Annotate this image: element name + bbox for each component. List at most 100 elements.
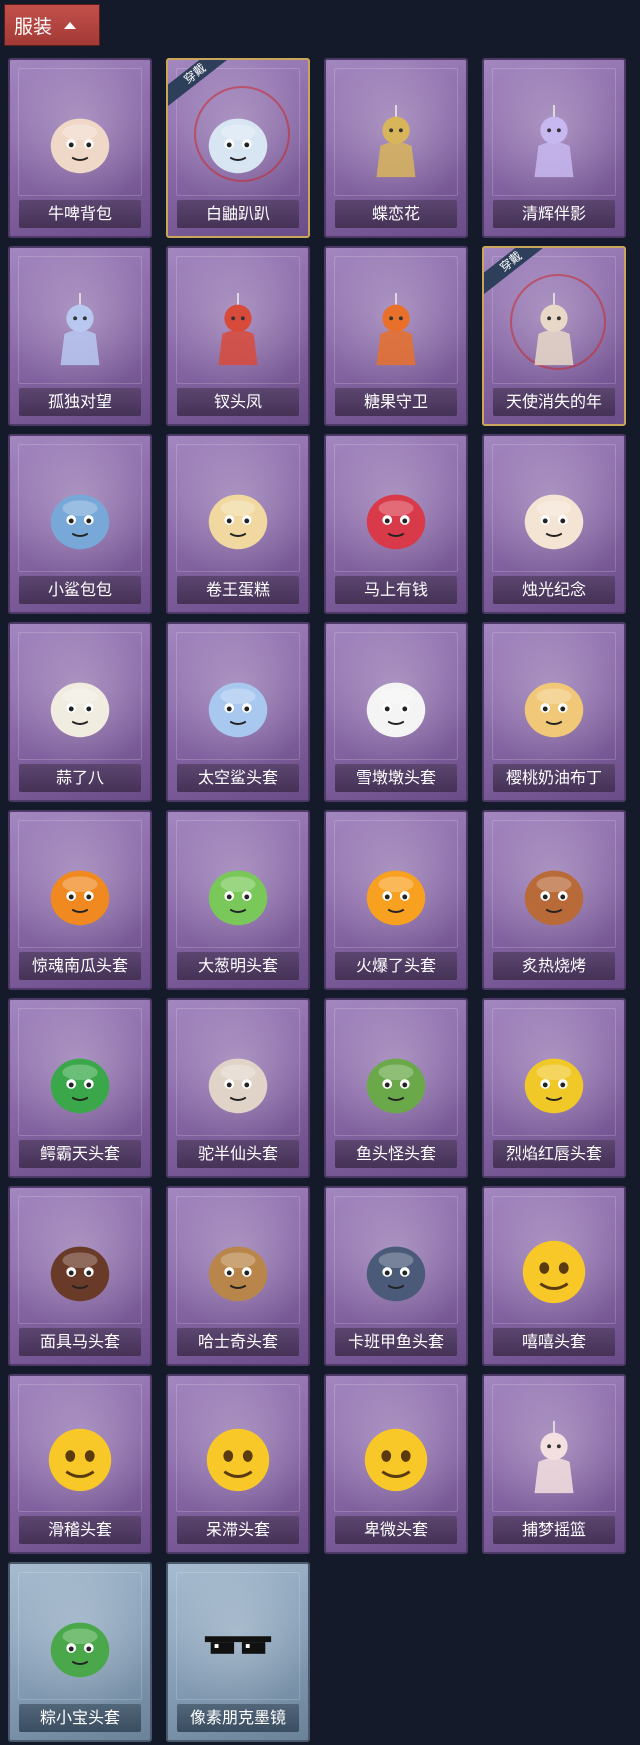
costume-card[interactable]: 烛光纪念	[482, 434, 626, 614]
costume-card-label: 粽小宝头套	[19, 1704, 141, 1732]
fire-head-icon	[357, 855, 435, 933]
costume-card[interactable]: 卡班甲鱼头套	[324, 1186, 468, 1366]
costume-card[interactable]: 火爆了头套	[324, 810, 468, 990]
costume-card[interactable]: 雪墩墩头套	[324, 622, 468, 802]
zongzi-head-icon	[41, 1607, 119, 1685]
dream-cradle-figure-icon	[515, 1419, 593, 1497]
costume-card[interactable]: 捕梦摇篮	[482, 1374, 626, 1554]
costume-card[interactable]: 哈士奇头套	[166, 1186, 310, 1366]
costume-card-label: 哈士奇头套	[177, 1328, 299, 1356]
costume-card[interactable]: 卷王蛋糕	[166, 434, 310, 614]
costume-card-label: 面具马头套	[19, 1328, 141, 1356]
costume-card[interactable]: 驼半仙头套	[166, 998, 310, 1178]
fish-head-icon	[357, 1043, 435, 1121]
costume-card[interactable]: 大葱明头套	[166, 810, 310, 990]
cherry-pudding-head-icon	[515, 667, 593, 745]
costume-card[interactable]: 太空鲨头套	[166, 622, 310, 802]
costume-card-label: 惊魂南瓜头套	[19, 952, 141, 980]
butterfly-flower-charm-icon	[357, 103, 435, 181]
costume-card-label: 滑稽头套	[19, 1516, 141, 1544]
costume-card-label: 卑微头套	[335, 1516, 457, 1544]
costume-grid: 牛啤背包 穿戴 白鼬趴趴 蝶恋花 清辉伴影孤独对望 钗头凤 糖果守卫 穿戴 天使消失的年小鲨包包…	[8, 58, 626, 1742]
costume-card[interactable]: 牛啤背包	[8, 58, 152, 238]
costume-card[interactable]: 卑微头套	[324, 1374, 468, 1554]
costume-card-label: 大葱明头套	[177, 952, 299, 980]
costume-card-label: 牛啤背包	[19, 200, 141, 228]
whale-fish-head-icon	[357, 1231, 435, 1309]
costume-card-label: 白鼬趴趴	[177, 200, 299, 228]
humble-emoji-head-icon	[357, 1419, 435, 1497]
costume-card-label: 烈焰红唇头套	[493, 1140, 615, 1168]
costume-card-label: 呆滞头套	[177, 1516, 299, 1544]
costume-tab[interactable]: 服装	[4, 4, 100, 46]
costume-card[interactable]: 烈焰红唇头套	[482, 998, 626, 1178]
costume-card[interactable]: 炙热烧烤	[482, 810, 626, 990]
red-horse-head-icon	[357, 479, 435, 557]
costume-card-label: 像素朋克墨镜	[177, 1704, 299, 1732]
pumpkin-head-icon	[41, 855, 119, 933]
costume-card[interactable]: 滑稽头套	[8, 1374, 152, 1554]
grinning-emoji-head-icon	[515, 1231, 593, 1309]
costume-card[interactable]: 樱桃奶油布丁	[482, 622, 626, 802]
candle-icon	[515, 479, 593, 557]
costume-card[interactable]: 钗头凤	[166, 246, 310, 426]
costume-card[interactable]: 马上有钱	[324, 434, 468, 614]
costume-card-label: 蝶恋花	[335, 200, 457, 228]
costume-card[interactable]: 像素朋克墨镜	[166, 1562, 310, 1742]
bear-sunglasses-head-icon	[199, 1043, 277, 1121]
costume-card[interactable]: 鳄霸天头套	[8, 998, 152, 1178]
costume-card-label: 驼半仙头套	[177, 1140, 299, 1168]
garlic-head-icon	[41, 667, 119, 745]
costume-card[interactable]: 惊魂南瓜头套	[8, 810, 152, 990]
costume-card[interactable]: 孤独对望	[8, 246, 152, 426]
costume-card[interactable]: 蒜了八	[8, 622, 152, 802]
costume-card-label: 火爆了头套	[335, 952, 457, 980]
horse-mask-head-icon	[41, 1231, 119, 1309]
costume-card[interactable]: 穿戴 天使消失的年	[482, 246, 626, 426]
costume-card-label: 雪墩墩头套	[335, 764, 457, 792]
costume-card-label: 嘻嘻头套	[493, 1328, 615, 1356]
costume-card-label: 鳄霸天头套	[19, 1140, 141, 1168]
costume-card-label: 钗头凤	[177, 388, 299, 416]
costume-card-label: 小鲨包包	[19, 576, 141, 604]
scallion-head-icon	[199, 855, 277, 933]
angel-figure-icon	[515, 291, 593, 369]
cow-beer-keg-icon	[41, 103, 119, 181]
phoenix-crown-doll-icon	[199, 291, 277, 369]
costume-card-label: 天使消失的年	[493, 388, 615, 416]
pixel-sunglasses-icon	[199, 1607, 277, 1685]
costume-card[interactable]: 小鲨包包	[8, 434, 152, 614]
costume-card-label: 孤独对望	[19, 388, 141, 416]
costume-card-label: 清辉伴影	[493, 200, 615, 228]
costume-card[interactable]: 鱼头怪头套	[324, 998, 468, 1178]
costume-card-label: 糖果守卫	[335, 388, 457, 416]
costume-card[interactable]: 呆滞头套	[166, 1374, 310, 1554]
costume-card-label: 卷王蛋糕	[177, 576, 299, 604]
costume-card[interactable]: 穿戴 白鼬趴趴	[166, 58, 310, 238]
pumpkin-candy-guard-icon	[357, 291, 435, 369]
space-shark-head-icon	[199, 667, 277, 745]
husky-sunglasses-head-icon	[199, 1231, 277, 1309]
costume-card-label: 马上有钱	[335, 576, 457, 604]
lonely-gaze-figure-icon	[41, 291, 119, 369]
costume-card[interactable]: 糖果守卫	[324, 246, 468, 426]
crocodile-head-icon	[41, 1043, 119, 1121]
costume-card-label: 樱桃奶油布丁	[493, 764, 615, 792]
bbq-meat-head-icon	[515, 855, 593, 933]
costume-card[interactable]: 蝶恋花	[324, 58, 468, 238]
costume-card-label: 烛光纪念	[493, 576, 615, 604]
costume-card[interactable]: 嘻嘻头套	[482, 1186, 626, 1366]
costume-tab-label: 服装	[14, 15, 53, 38]
costume-card[interactable]: 清辉伴影	[482, 58, 626, 238]
white-ermine-plush-icon	[199, 103, 277, 181]
costume-card-label: 鱼头怪头套	[335, 1140, 457, 1168]
shark-bag-icon	[41, 479, 119, 557]
snowman-head-icon	[357, 667, 435, 745]
costume-card[interactable]: 面具马头套	[8, 1186, 152, 1366]
funny-emoji-head-icon	[41, 1419, 119, 1497]
costume-card-label: 卡班甲鱼头套	[335, 1328, 457, 1356]
stunned-emoji-head-icon	[199, 1419, 277, 1497]
costume-card-label: 蒜了八	[19, 764, 141, 792]
costume-card[interactable]: 粽小宝头套	[8, 1562, 152, 1742]
costume-card-label: 炙热烧烤	[493, 952, 615, 980]
